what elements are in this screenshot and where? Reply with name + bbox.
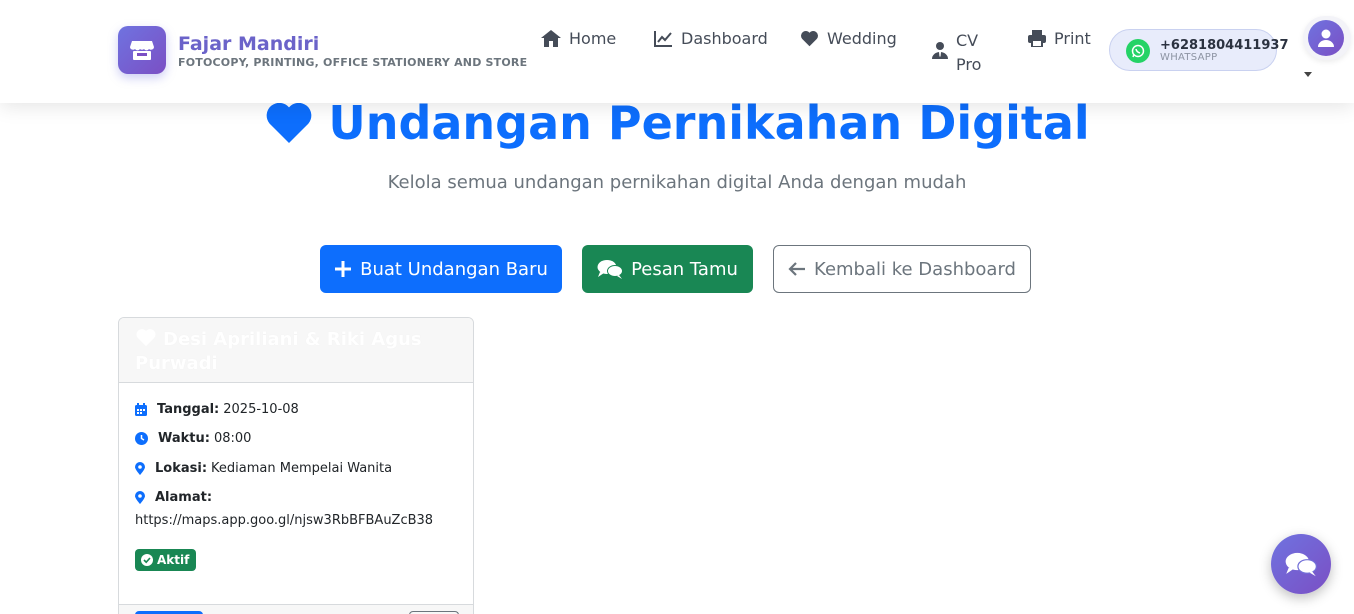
date-value: 2025-10-08 bbox=[223, 402, 299, 417]
clock-icon bbox=[135, 432, 148, 445]
nav-home-label: Home bbox=[569, 29, 617, 48]
location-label: Lokasi: bbox=[155, 461, 208, 476]
comments-icon bbox=[597, 260, 624, 279]
invitation-title-text: Desi Apriliani & Riki Agus Purwadi bbox=[135, 329, 422, 374]
navbar: Fajar Mandiri FOTOCOPY, PRINTING, OFFICE… bbox=[0, 0, 1354, 103]
status-badge: Aktif bbox=[135, 549, 197, 571]
calendar-icon bbox=[135, 403, 147, 416]
time-label: Waktu: bbox=[158, 431, 210, 446]
back-to-dashboard-label: Kembali ke Dashboard bbox=[814, 258, 1016, 280]
invitation-title[interactable]: Desi Apriliani & Riki Agus Purwadi bbox=[135, 328, 457, 376]
whatsapp-icon bbox=[1126, 39, 1150, 63]
date-label: Tanggal: bbox=[157, 402, 220, 417]
invitation-card: Desi Apriliani & Riki Agus Purwadi Tangg… bbox=[118, 317, 474, 614]
chart-line-icon bbox=[654, 31, 672, 47]
brand-name[interactable]: Fajar Mandiri bbox=[178, 33, 319, 55]
page-subtitle: Kelola semua undangan pernikahan digital… bbox=[387, 172, 967, 193]
avatar bbox=[1308, 20, 1344, 56]
address-value[interactable]: https://maps.app.goo.gl/njsw3RbBFBAuZcB3… bbox=[135, 513, 433, 528]
nav-cv-pro[interactable]: CV Pro bbox=[932, 29, 981, 77]
chevron-down-icon[interactable] bbox=[1304, 72, 1312, 77]
printer-icon bbox=[1028, 30, 1046, 47]
invitation-location: Lokasi: Kediaman Mempelai Wanita bbox=[135, 461, 392, 476]
whatsapp-label: WHATSAPP bbox=[1160, 52, 1218, 63]
map-marker-icon bbox=[135, 491, 145, 504]
nav-print[interactable]: Print bbox=[1028, 29, 1091, 48]
status-badge-label: Aktif bbox=[157, 553, 190, 567]
arrow-left-icon bbox=[788, 262, 806, 276]
heart-icon bbox=[267, 102, 312, 143]
nav-cv-label-line1: CV bbox=[956, 31, 979, 50]
nav-home[interactable]: Home bbox=[541, 29, 616, 48]
store-icon[interactable] bbox=[118, 26, 166, 74]
create-invitation-label: Buat Undangan Baru bbox=[360, 258, 548, 280]
user-tie-icon bbox=[932, 42, 948, 59]
chat-button[interactable] bbox=[1271, 534, 1331, 594]
invitation-date: Tanggal: 2025-10-08 bbox=[135, 402, 299, 417]
invitation-card-footer bbox=[119, 604, 473, 614]
location-value: Kediaman Mempelai Wanita bbox=[211, 461, 393, 476]
invitation-card-header: Desi Apriliani & Riki Agus Purwadi bbox=[119, 318, 473, 383]
heart-icon bbox=[136, 329, 156, 347]
invitation-time: Waktu: 08:00 bbox=[135, 431, 251, 446]
whatsapp-contact[interactable]: +6281804411937 WHATSAPP bbox=[1109, 29, 1288, 71]
nav-dashboard-label: Dashboard bbox=[681, 29, 768, 48]
nav-print-label: Print bbox=[1054, 29, 1091, 48]
page-title: Undangan Pernikahan Digital bbox=[0, 96, 1354, 150]
guest-messages-button[interactable]: Pesan Tamu bbox=[582, 245, 753, 293]
user-icon bbox=[1318, 29, 1334, 47]
whatsapp-number: +6281804411937 bbox=[1160, 38, 1289, 53]
invitation-address: Alamat: bbox=[135, 490, 216, 505]
check-circle-icon bbox=[141, 554, 153, 566]
plus-icon bbox=[335, 261, 352, 277]
user-menu[interactable] bbox=[1303, 16, 1351, 60]
nav-cv-label-line2: Pro bbox=[956, 55, 982, 74]
back-to-dashboard-button[interactable]: Kembali ke Dashboard bbox=[773, 245, 1031, 293]
comments-icon bbox=[1285, 552, 1317, 577]
heart-icon bbox=[801, 30, 818, 47]
page-title-text: Undangan Pernikahan Digital bbox=[328, 96, 1090, 150]
brand-tagline: FOTOCOPY, PRINTING, OFFICE STATIONERY AN… bbox=[178, 56, 528, 69]
home-icon bbox=[541, 30, 561, 47]
create-invitation-button[interactable]: Buat Undangan Baru bbox=[320, 245, 562, 293]
guest-messages-label: Pesan Tamu bbox=[631, 258, 738, 280]
nav-dashboard[interactable]: Dashboard bbox=[654, 29, 768, 48]
nav-wedding[interactable]: Wedding bbox=[800, 29, 897, 48]
address-label: Alamat: bbox=[155, 490, 213, 505]
time-value: 08:00 bbox=[213, 431, 252, 446]
map-marker-icon bbox=[135, 462, 145, 475]
nav-wedding-label: Wedding bbox=[827, 29, 897, 48]
